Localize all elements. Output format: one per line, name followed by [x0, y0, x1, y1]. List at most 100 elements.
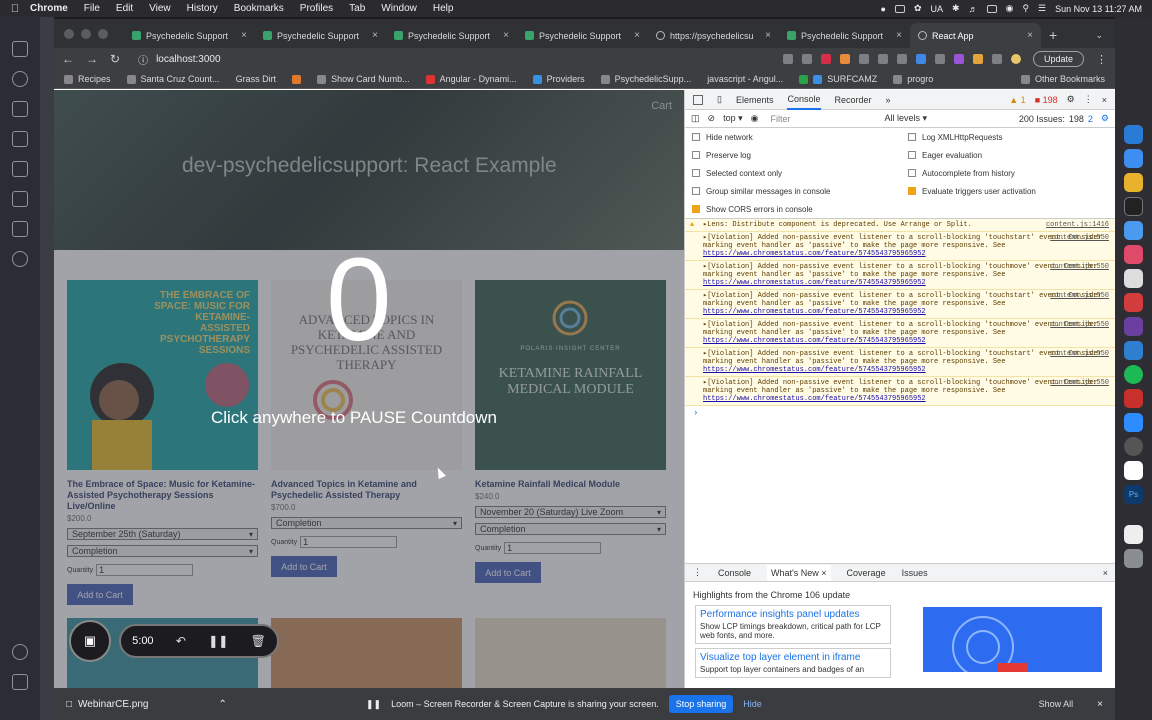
menu-bookmarks[interactable]: Bookmarks	[234, 3, 284, 14]
countdown-overlay[interactable]: 0 Click anywhere to PAUSE Countdown ▣ 5:…	[54, 90, 684, 720]
trash-icon[interactable]	[1124, 549, 1143, 568]
more-menu-icon[interactable]: ⋮	[1096, 53, 1107, 66]
browser-tab[interactable]: Psychedelic Support ×	[124, 23, 255, 48]
menu-view[interactable]: View	[149, 3, 171, 14]
vscode-icon[interactable]	[1124, 341, 1143, 360]
bookmark-item[interactable]: Providers	[532, 74, 585, 84]
photoshop-icon[interactable]: Ps	[1124, 485, 1143, 504]
checkbox[interactable]	[692, 169, 700, 177]
console-violation[interactable]: ▸[Violation] Added non-passive event lis…	[685, 261, 1115, 290]
menubar-clock[interactable]: Sun Nov 13 11:27 AM	[1055, 4, 1142, 14]
source-control-icon[interactable]	[12, 101, 28, 117]
battery-icon[interactable]	[986, 4, 997, 13]
gear-icon[interactable]: ⚙	[1101, 113, 1109, 124]
trash-icon[interactable]: 🗑	[251, 634, 266, 648]
address-bar[interactable]: ⓘ localhost:3000	[132, 50, 771, 68]
console-violation[interactable]: ▸[Violation] Added non-passive event lis…	[685, 290, 1115, 319]
sidebar-toggle-icon[interactable]: ◫	[691, 113, 700, 124]
close-icon[interactable]: ×	[1103, 568, 1108, 578]
drawer-menu-icon[interactable]: ⋮	[693, 567, 702, 578]
close-tab-icon[interactable]: ×	[634, 30, 640, 41]
gear-icon[interactable]: ⚙	[1067, 94, 1075, 105]
account-icon[interactable]	[12, 644, 28, 660]
checkbox[interactable]	[908, 151, 916, 159]
safari-icon[interactable]	[1124, 221, 1143, 240]
search-icon[interactable]	[12, 71, 28, 87]
menu-window[interactable]: Window	[381, 3, 417, 14]
github-icon[interactable]	[1124, 317, 1143, 336]
feature-card[interactable]: Performance insights panel updates Show …	[695, 605, 891, 644]
browser-tab[interactable]: Psychedelic Support ×	[255, 23, 386, 48]
bookmark-star-icon[interactable]	[801, 54, 812, 64]
checkbox[interactable]	[692, 151, 700, 159]
clear-console-icon[interactable]: ⊘	[708, 113, 716, 124]
setting-group-similar[interactable]: Group similar messages in console	[692, 185, 908, 197]
close-icon[interactable]: ×	[1102, 95, 1107, 105]
browser-tab[interactable]: https://psychedelicsu ×	[648, 23, 779, 48]
bookmark-item[interactable]: javascript - Angul...	[707, 74, 783, 84]
tab-search-icon[interactable]: ⌄	[1083, 30, 1115, 48]
console-violation[interactable]: ▸[Violation] Added non-passive event lis…	[685, 377, 1115, 406]
terminal-icon[interactable]	[1124, 197, 1143, 216]
log-url-link[interactable]: https://www.chromestatus.com/feature/574…	[703, 337, 926, 345]
log-url-link[interactable]: https://www.chromestatus.com/feature/574…	[703, 366, 926, 374]
browser-tab-active[interactable]: React App ×	[910, 23, 1041, 48]
calendar-icon[interactable]	[1124, 461, 1143, 480]
console-prompt[interactable]: ›	[685, 406, 1115, 420]
eye-icon[interactable]: ◉	[751, 113, 759, 124]
log-source-link[interactable]: content.js:550	[1050, 234, 1109, 242]
finder-icon[interactable]	[1124, 125, 1143, 144]
setting-evaluate-triggers[interactable]: Evaluate triggers user activation	[908, 185, 1108, 197]
show-all-downloads-button[interactable]: Show All	[1039, 699, 1074, 709]
close-icon[interactable]: ×	[821, 568, 826, 578]
wifi-icon[interactable]: ◉	[1006, 3, 1014, 14]
log-source-link[interactable]: content.js:550	[1050, 263, 1109, 271]
update-button[interactable]: Update	[1032, 51, 1084, 67]
menu-profiles[interactable]: Profiles	[300, 3, 333, 14]
browser-tab[interactable]: Psychedelic Support ×	[386, 23, 517, 48]
console-violation[interactable]: ▸[Violation] Added non-passive event lis…	[685, 348, 1115, 377]
warning-count[interactable]: ▲ 1	[1009, 95, 1025, 105]
menu-tab[interactable]: Tab	[349, 3, 365, 14]
menu-history[interactable]: History	[187, 3, 218, 14]
browser-tab[interactable]: Psychedelic Support ×	[517, 23, 648, 48]
documents-icon[interactable]	[1124, 525, 1143, 544]
log-levels-select[interactable]: All levels ▾	[884, 113, 927, 124]
share-icon[interactable]	[782, 54, 793, 64]
tab-console[interactable]: Console	[787, 90, 821, 110]
console-violation[interactable]: ▸[Violation] Added non-passive event lis…	[685, 232, 1115, 261]
drawer-tab-issues[interactable]: Issues	[902, 568, 928, 578]
bookmark-item[interactable]: Angular - Dynami...	[425, 74, 517, 84]
feature-card[interactable]: Visualize top layer element in iframe Su…	[695, 648, 891, 678]
device-toolbar-icon[interactable]: ▯	[717, 94, 722, 105]
setting-cors-errors[interactable]: Show CORS errors in console	[692, 203, 908, 215]
reload-icon[interactable]: ↻	[110, 52, 120, 66]
bookmark-item[interactable]: PsychedelicSupp...	[600, 74, 691, 84]
extension-icon[interactable]	[896, 54, 907, 64]
menu-app-name[interactable]: Chrome	[30, 3, 68, 14]
checkbox[interactable]	[692, 187, 700, 195]
setting-hide-network[interactable]: Hide network	[692, 131, 908, 143]
camera-icon[interactable]: ▣	[69, 620, 111, 662]
setting-log-xhr[interactable]: Log XMLHttpRequests	[908, 131, 1108, 143]
log-source-link[interactable]: content.js:550	[1050, 321, 1109, 329]
log-source-link[interactable]: content.js:1416	[1046, 221, 1109, 229]
extension-icon[interactable]	[934, 54, 945, 64]
console-violation[interactable]: ▸[Violation] Added non-passive event lis…	[685, 319, 1115, 348]
extension-icon[interactable]	[915, 54, 926, 64]
notes-icon[interactable]	[1124, 269, 1143, 288]
mic-icon[interactable]: ●	[881, 4, 886, 14]
setting-eager-evaluation[interactable]: Eager evaluation	[908, 149, 1108, 161]
close-tab-icon[interactable]: ×	[372, 30, 378, 41]
extension-icon[interactable]	[858, 54, 869, 64]
spotify-icon[interactable]	[1124, 365, 1143, 384]
info-icon[interactable]: ⓘ	[138, 52, 148, 67]
checkbox[interactable]	[908, 133, 916, 141]
postman-icon[interactable]	[1124, 293, 1143, 312]
search-icon[interactable]: ⚲	[1022, 3, 1029, 14]
docker-icon[interactable]	[12, 191, 28, 207]
mail-icon[interactable]	[1124, 149, 1143, 168]
bookmark-item[interactable]: Recipes	[64, 74, 111, 84]
context-select[interactable]: top ▾	[723, 113, 743, 124]
bookmark-item[interactable]: Santa Cruz Count...	[126, 74, 220, 84]
